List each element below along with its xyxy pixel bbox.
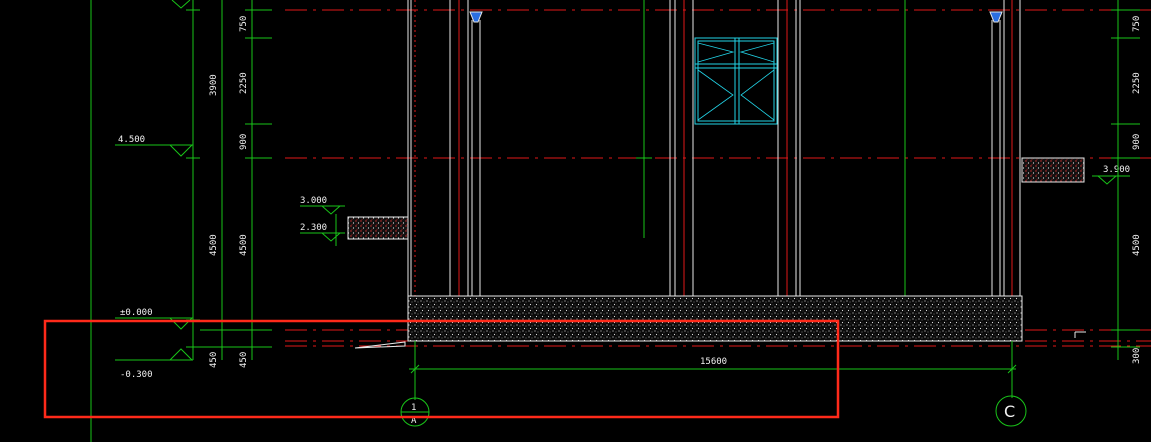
axis-label-c: C [1004,402,1015,421]
level-marker-m0300 [115,348,193,361]
dim-2250-left: 2250 [239,72,249,94]
span-dimension [409,341,1017,400]
dim-2250-right: 2250 [1132,72,1142,94]
dim-450-inner: 450 [239,352,249,368]
left-dimension-chain-outer [186,0,200,360]
dim-4500-inner: 4500 [239,234,249,256]
level-text-3000: 3.000 [300,196,327,206]
dim-750-right: 750 [1132,16,1142,32]
floor-slab [407,295,1023,342]
interior-lines [636,0,906,312]
wall-lines [407,0,1021,340]
dim-4500-outer: 4500 [209,234,219,256]
dim-900-left: 900 [239,134,249,150]
level-marker-top [171,0,191,9]
dim-900-right: 900 [1132,134,1142,150]
column-axis-lines [414,0,1013,340]
level-text-4500: 4.500 [118,135,145,145]
gutter-caps [469,11,1003,23]
level-text-3900: 3.900 [1103,165,1130,175]
cad-drawing-canvas[interactable]: 4.500 ±0.000 -0.300 3900 4500 450 750 22… [0,0,1151,442]
level-marker-0000 [115,317,193,330]
level-text-2300: 2.300 [300,223,327,233]
dim-300-right: 300 [1132,348,1142,364]
dim-4500-right: 4500 [1132,234,1142,256]
left-dimension-chain-inner [200,0,272,360]
dim-450-outer: 450 [209,352,219,368]
dim-750-left: 750 [239,16,249,32]
level-text-m0300: -0.300 [120,370,153,380]
right-dimension-chain [1111,0,1140,360]
dim-3900: 3900 [209,74,219,96]
window [694,37,778,125]
axis-label-1: 1 [411,403,416,413]
level-marker-4500 [115,144,193,157]
span-dimension-text: 15600 [700,357,727,367]
level-text-0000: ±0.000 [120,308,153,318]
